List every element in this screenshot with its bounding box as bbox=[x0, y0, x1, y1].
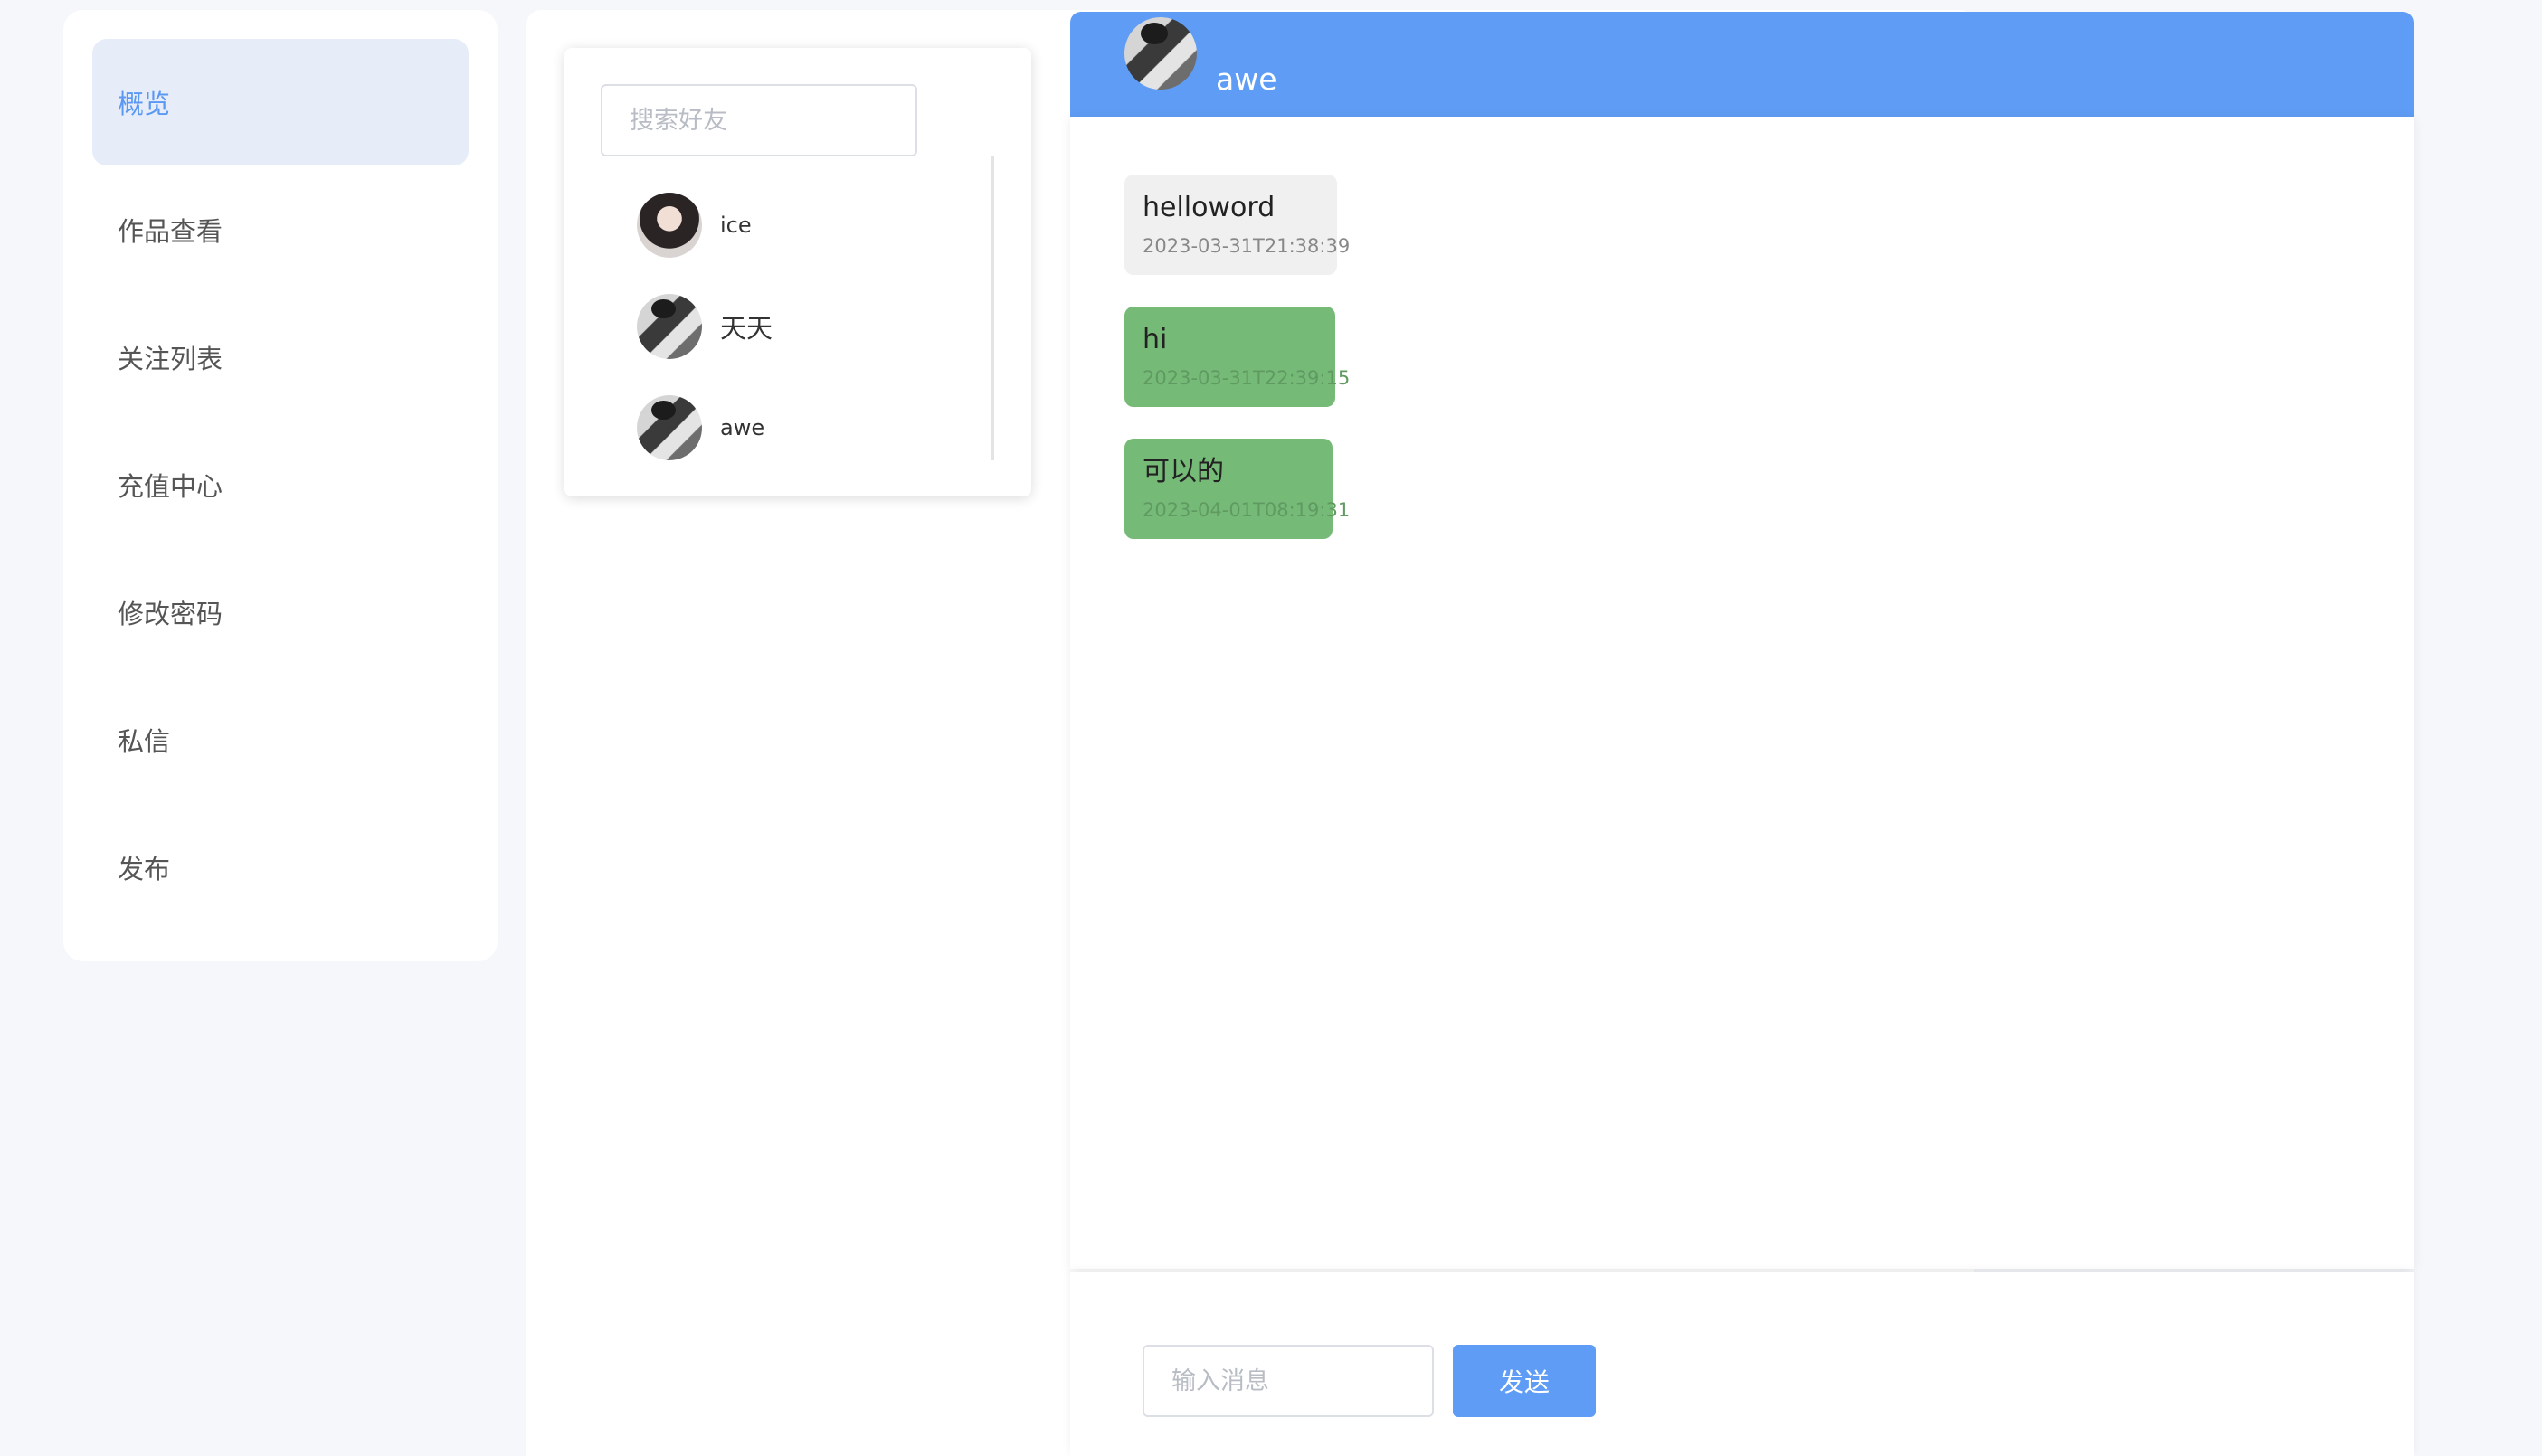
sidebar-item-publish[interactable]: 发布 bbox=[92, 804, 469, 931]
sidebar-item-works[interactable]: 作品查看 bbox=[92, 166, 469, 293]
chat-input-bar: 发送 bbox=[1070, 1272, 2414, 1456]
sidebar-item-label: 作品查看 bbox=[118, 216, 223, 247]
sidebar-item-label: 修改密码 bbox=[118, 599, 223, 629]
friend-item[interactable]: awe bbox=[637, 393, 963, 462]
friend-name: ice bbox=[720, 213, 752, 238]
message-timestamp: 2023-03-31T21:38:39 bbox=[1143, 235, 1351, 257]
friend-list-scrollbar[interactable] bbox=[991, 156, 994, 460]
sidebar-item-messages[interactable]: 私信 bbox=[92, 676, 469, 803]
friend-item[interactable]: 天天 bbox=[637, 292, 963, 361]
user-avatar-icon bbox=[637, 294, 702, 359]
message-input[interactable] bbox=[1143, 1345, 1434, 1417]
message-text: 可以的 bbox=[1143, 456, 1224, 487]
friends-panel: ice 天天 awe bbox=[564, 48, 1031, 496]
message-bubble: 可以的 2023-04-01T08:19:31 bbox=[1124, 439, 1351, 539]
user-avatar-icon bbox=[637, 193, 702, 258]
sidebar-item-label: 发布 bbox=[118, 854, 171, 884]
chat-header: awe bbox=[1070, 12, 2414, 117]
user-avatar-icon bbox=[637, 395, 702, 460]
sidebar-item-recharge[interactable]: 充值中心 bbox=[92, 421, 469, 548]
friend-item[interactable]: ice bbox=[637, 191, 963, 260]
message-timestamp: 2023-04-01T08:19:31 bbox=[1143, 499, 1351, 521]
sidebar-item-label: 概览 bbox=[118, 89, 171, 119]
search-friends-input[interactable] bbox=[601, 84, 917, 156]
message-text: helloword bbox=[1143, 192, 1276, 223]
message-timestamp: 2023-03-31T22:39:15 bbox=[1143, 367, 1351, 389]
chat-contact-name: awe bbox=[1216, 61, 1277, 97]
message-bubble: hi 2023-03-31T22:39:15 bbox=[1124, 307, 1351, 407]
sidebar-item-label: 充值中心 bbox=[118, 471, 223, 502]
message-text: hi bbox=[1143, 324, 1168, 355]
sidebar-item-change-password[interactable]: 修改密码 bbox=[92, 549, 469, 676]
sidebar-item-label: 关注列表 bbox=[118, 344, 223, 374]
message-bubble: helloword 2023-03-31T21:38:39 bbox=[1124, 175, 1351, 275]
chat-message-area: helloword 2023-03-31T21:38:39 hi 2023-03… bbox=[1070, 117, 2414, 1269]
sidebar-item-overview[interactable]: 概览 bbox=[92, 39, 469, 165]
contact-avatar-icon bbox=[1124, 17, 1197, 90]
friend-name: 天天 bbox=[720, 313, 773, 344]
sidebar-item-label: 私信 bbox=[118, 726, 171, 757]
send-button[interactable]: 发送 bbox=[1453, 1345, 1596, 1417]
friend-name: awe bbox=[720, 415, 765, 440]
sidebar-item-following[interactable]: 关注列表 bbox=[92, 294, 469, 421]
sidebar-menu: 概览 作品查看 关注列表 充值中心 修改密码 私信 发布 bbox=[63, 10, 498, 961]
